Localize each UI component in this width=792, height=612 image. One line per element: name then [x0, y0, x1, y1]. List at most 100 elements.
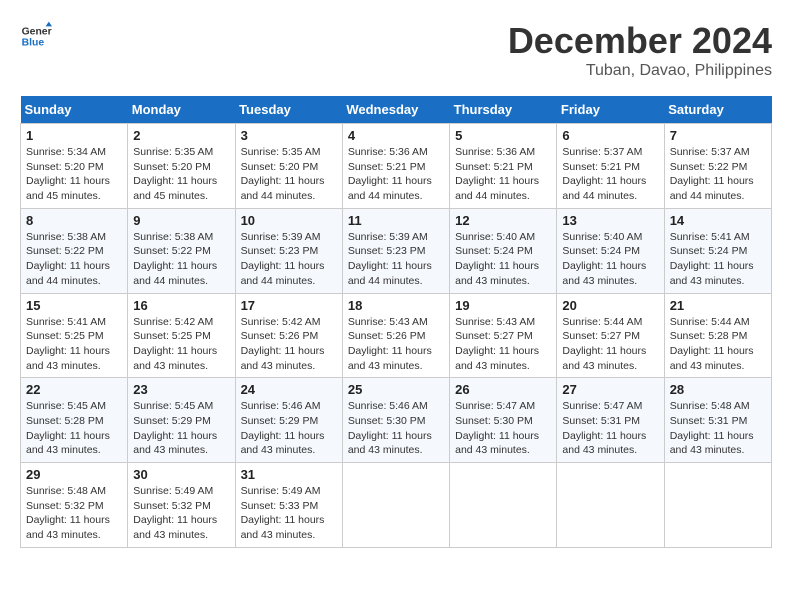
day-cell: 24 Sunrise: 5:46 AMSunset: 5:29 PMDaylig… [235, 378, 342, 463]
day-cell: 20 Sunrise: 5:44 AMSunset: 5:27 PMDaylig… [557, 293, 664, 378]
day-cell: 26 Sunrise: 5:47 AMSunset: 5:30 PMDaylig… [450, 378, 557, 463]
day-number: 16 [133, 298, 229, 313]
empty-cell [342, 463, 449, 548]
day-info: Sunrise: 5:37 AMSunset: 5:22 PMDaylight:… [670, 145, 766, 204]
calendar-row: 15 Sunrise: 5:41 AMSunset: 5:25 PMDaylig… [21, 293, 772, 378]
day-number: 11 [348, 213, 444, 228]
day-cell: 13 Sunrise: 5:40 AMSunset: 5:24 PMDaylig… [557, 208, 664, 293]
day-cell: 10 Sunrise: 5:39 AMSunset: 5:23 PMDaylig… [235, 208, 342, 293]
calendar-row: 22 Sunrise: 5:45 AMSunset: 5:28 PMDaylig… [21, 378, 772, 463]
day-info: Sunrise: 5:44 AMSunset: 5:27 PMDaylight:… [562, 315, 658, 374]
day-cell: 19 Sunrise: 5:43 AMSunset: 5:27 PMDaylig… [450, 293, 557, 378]
day-info: Sunrise: 5:40 AMSunset: 5:24 PMDaylight:… [455, 230, 551, 289]
calendar-row: 8 Sunrise: 5:38 AMSunset: 5:22 PMDayligh… [21, 208, 772, 293]
day-number: 15 [26, 298, 122, 313]
day-cell: 6 Sunrise: 5:37 AMSunset: 5:21 PMDayligh… [557, 124, 664, 209]
day-info: Sunrise: 5:47 AMSunset: 5:30 PMDaylight:… [455, 399, 551, 458]
col-saturday: Saturday [664, 96, 771, 124]
day-cell: 17 Sunrise: 5:42 AMSunset: 5:26 PMDaylig… [235, 293, 342, 378]
day-cell: 23 Sunrise: 5:45 AMSunset: 5:29 PMDaylig… [128, 378, 235, 463]
day-info: Sunrise: 5:38 AMSunset: 5:22 PMDaylight:… [133, 230, 229, 289]
day-cell: 3 Sunrise: 5:35 AMSunset: 5:20 PMDayligh… [235, 124, 342, 209]
day-cell: 1 Sunrise: 5:34 AMSunset: 5:20 PMDayligh… [21, 124, 128, 209]
day-info: Sunrise: 5:35 AMSunset: 5:20 PMDaylight:… [241, 145, 337, 204]
calendar-row: 29 Sunrise: 5:48 AMSunset: 5:32 PMDaylig… [21, 463, 772, 548]
day-number: 28 [670, 382, 766, 397]
empty-cell [664, 463, 771, 548]
day-number: 14 [670, 213, 766, 228]
day-number: 18 [348, 298, 444, 313]
day-info: Sunrise: 5:49 AMSunset: 5:33 PMDaylight:… [241, 484, 337, 543]
day-cell: 25 Sunrise: 5:46 AMSunset: 5:30 PMDaylig… [342, 378, 449, 463]
day-cell: 14 Sunrise: 5:41 AMSunset: 5:24 PMDaylig… [664, 208, 771, 293]
svg-text:Blue: Blue [22, 38, 45, 49]
day-number: 6 [562, 128, 658, 143]
day-cell: 29 Sunrise: 5:48 AMSunset: 5:32 PMDaylig… [21, 463, 128, 548]
svg-text:General: General [22, 26, 52, 37]
day-number: 25 [348, 382, 444, 397]
day-cell: 30 Sunrise: 5:49 AMSunset: 5:32 PMDaylig… [128, 463, 235, 548]
day-cell: 18 Sunrise: 5:43 AMSunset: 5:26 PMDaylig… [342, 293, 449, 378]
day-cell: 4 Sunrise: 5:36 AMSunset: 5:21 PMDayligh… [342, 124, 449, 209]
day-number: 13 [562, 213, 658, 228]
day-info: Sunrise: 5:42 AMSunset: 5:25 PMDaylight:… [133, 315, 229, 374]
day-number: 10 [241, 213, 337, 228]
logo-icon: General Blue [20, 20, 52, 52]
day-info: Sunrise: 5:49 AMSunset: 5:32 PMDaylight:… [133, 484, 229, 543]
day-number: 17 [241, 298, 337, 313]
day-number: 5 [455, 128, 551, 143]
day-number: 26 [455, 382, 551, 397]
col-tuesday: Tuesday [235, 96, 342, 124]
day-cell: 27 Sunrise: 5:47 AMSunset: 5:31 PMDaylig… [557, 378, 664, 463]
day-info: Sunrise: 5:35 AMSunset: 5:20 PMDaylight:… [133, 145, 229, 204]
calendar-body: 1 Sunrise: 5:34 AMSunset: 5:20 PMDayligh… [21, 124, 772, 548]
day-cell: 11 Sunrise: 5:39 AMSunset: 5:23 PMDaylig… [342, 208, 449, 293]
day-cell: 31 Sunrise: 5:49 AMSunset: 5:33 PMDaylig… [235, 463, 342, 548]
day-number: 22 [26, 382, 122, 397]
day-cell: 16 Sunrise: 5:42 AMSunset: 5:25 PMDaylig… [128, 293, 235, 378]
day-cell: 9 Sunrise: 5:38 AMSunset: 5:22 PMDayligh… [128, 208, 235, 293]
day-number: 23 [133, 382, 229, 397]
day-cell: 28 Sunrise: 5:48 AMSunset: 5:31 PMDaylig… [664, 378, 771, 463]
day-info: Sunrise: 5:43 AMSunset: 5:26 PMDaylight:… [348, 315, 444, 374]
day-info: Sunrise: 5:45 AMSunset: 5:29 PMDaylight:… [133, 399, 229, 458]
day-info: Sunrise: 5:37 AMSunset: 5:21 PMDaylight:… [562, 145, 658, 204]
day-cell: 15 Sunrise: 5:41 AMSunset: 5:25 PMDaylig… [21, 293, 128, 378]
col-sunday: Sunday [21, 96, 128, 124]
day-info: Sunrise: 5:41 AMSunset: 5:24 PMDaylight:… [670, 230, 766, 289]
day-cell: 2 Sunrise: 5:35 AMSunset: 5:20 PMDayligh… [128, 124, 235, 209]
day-number: 21 [670, 298, 766, 313]
day-number: 2 [133, 128, 229, 143]
day-number: 27 [562, 382, 658, 397]
day-number: 8 [26, 213, 122, 228]
calendar-table: Sunday Monday Tuesday Wednesday Thursday… [20, 96, 772, 548]
day-number: 3 [241, 128, 337, 143]
day-info: Sunrise: 5:47 AMSunset: 5:31 PMDaylight:… [562, 399, 658, 458]
day-number: 4 [348, 128, 444, 143]
day-number: 1 [26, 128, 122, 143]
day-cell: 8 Sunrise: 5:38 AMSunset: 5:22 PMDayligh… [21, 208, 128, 293]
day-number: 7 [670, 128, 766, 143]
day-info: Sunrise: 5:48 AMSunset: 5:31 PMDaylight:… [670, 399, 766, 458]
header-row: Sunday Monday Tuesday Wednesday Thursday… [21, 96, 772, 124]
day-info: Sunrise: 5:39 AMSunset: 5:23 PMDaylight:… [241, 230, 337, 289]
empty-cell [450, 463, 557, 548]
day-info: Sunrise: 5:36 AMSunset: 5:21 PMDaylight:… [348, 145, 444, 204]
day-info: Sunrise: 5:39 AMSunset: 5:23 PMDaylight:… [348, 230, 444, 289]
day-info: Sunrise: 5:45 AMSunset: 5:28 PMDaylight:… [26, 399, 122, 458]
col-monday: Monday [128, 96, 235, 124]
page-header: General Blue December 2024 Tuban, Davao,… [20, 20, 772, 80]
day-cell: 7 Sunrise: 5:37 AMSunset: 5:22 PMDayligh… [664, 124, 771, 209]
day-number: 24 [241, 382, 337, 397]
day-info: Sunrise: 5:34 AMSunset: 5:20 PMDaylight:… [26, 145, 122, 204]
col-thursday: Thursday [450, 96, 557, 124]
month-title: December 2024 [508, 20, 772, 62]
day-number: 9 [133, 213, 229, 228]
day-cell: 22 Sunrise: 5:45 AMSunset: 5:28 PMDaylig… [21, 378, 128, 463]
day-number: 30 [133, 467, 229, 482]
day-info: Sunrise: 5:43 AMSunset: 5:27 PMDaylight:… [455, 315, 551, 374]
day-number: 20 [562, 298, 658, 313]
day-info: Sunrise: 5:46 AMSunset: 5:30 PMDaylight:… [348, 399, 444, 458]
day-info: Sunrise: 5:42 AMSunset: 5:26 PMDaylight:… [241, 315, 337, 374]
col-friday: Friday [557, 96, 664, 124]
